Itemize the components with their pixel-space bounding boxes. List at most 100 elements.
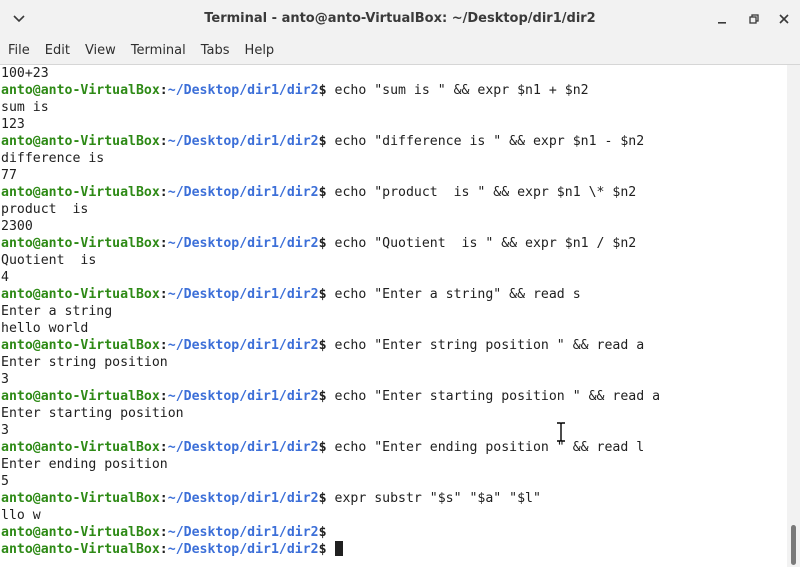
menu-edit[interactable]: Edit xyxy=(37,43,77,58)
restore-icon xyxy=(749,14,759,24)
prompt-dollar: $ xyxy=(318,185,327,200)
terminal-area[interactable]: 100+23 anto@anto-VirtualBox:~/Desktop/di… xyxy=(0,65,787,567)
text-cursor xyxy=(334,541,343,556)
terminal-command-line: anto@anto-VirtualBox:~/Desktop/dir1/dir2… xyxy=(1,133,644,150)
command-text: echo "Quotient is " && expr $n1 / $n2 xyxy=(326,236,637,251)
title-bar: Terminal - anto@anto-VirtualBox: ~/Deskt… xyxy=(0,0,800,37)
terminal-output-line: 77 xyxy=(1,168,17,183)
prompt-user: anto@anto-VirtualBox xyxy=(1,134,160,149)
prompt-path: ~/Desktop/dir1/dir2 xyxy=(167,83,319,98)
command-text: echo "sum is " && expr $n1 + $n2 xyxy=(326,83,589,98)
prompt-user: anto@anto-VirtualBox xyxy=(1,236,160,251)
prompt-user: anto@anto-VirtualBox xyxy=(1,389,160,404)
prompt-colon: : xyxy=(159,287,168,302)
prompt-colon: : xyxy=(159,338,168,353)
prompt-colon: : xyxy=(159,134,168,149)
terminal-command-line: anto@anto-VirtualBox:~/Desktop/dir1/dir2… xyxy=(1,524,327,541)
terminal-command-line: anto@anto-VirtualBox:~/Desktop/dir1/dir2… xyxy=(1,337,644,354)
terminal-output-line: 100+23 xyxy=(1,66,49,81)
terminal-output-line: 4 xyxy=(1,270,9,285)
prompt-colon: : xyxy=(159,440,168,455)
terminal-output-line: 3 xyxy=(1,372,9,387)
prompt-dollar: $ xyxy=(318,440,327,455)
terminal-output-line: 3 xyxy=(1,423,9,438)
command-text: echo "Enter starting position " && read … xyxy=(326,389,661,404)
command-text: echo "difference is " && expr $n1 - $n2 xyxy=(326,134,645,149)
terminal-output-line: llo w xyxy=(1,508,41,523)
scrollbar-thumb[interactable] xyxy=(791,525,796,565)
menu-bar: File Edit View Terminal Tabs Help xyxy=(0,37,800,65)
terminal-output-line: Enter a string xyxy=(1,304,113,319)
terminal-output-line: 2300 xyxy=(1,219,33,234)
terminal-output-line: Enter starting position xyxy=(1,406,184,421)
close-icon xyxy=(779,14,789,24)
window-menu-chevron-icon[interactable] xyxy=(10,10,28,28)
prompt-path: ~/Desktop/dir1/dir2 xyxy=(167,440,319,455)
prompt-dollar: $ xyxy=(318,338,327,353)
prompt-path: ~/Desktop/dir1/dir2 xyxy=(167,236,319,251)
terminal-output-line: difference is xyxy=(1,151,105,166)
terminal-output-line: 5 xyxy=(1,474,9,489)
prompt-dollar: $ xyxy=(318,525,327,540)
prompt-colon: : xyxy=(159,525,168,540)
window-title: Terminal - anto@anto-VirtualBox: ~/Deskt… xyxy=(204,11,596,26)
terminal-scrollbar[interactable] xyxy=(787,65,800,567)
terminal-output-line: product is xyxy=(1,202,89,217)
terminal-command-line: anto@anto-VirtualBox:~/Desktop/dir1/dir2… xyxy=(1,388,660,405)
terminal-output-line: Enter ending position xyxy=(1,457,168,472)
command-text: echo "Enter string position " && read a xyxy=(326,338,645,353)
prompt-user: anto@anto-VirtualBox xyxy=(1,287,160,302)
prompt-user: anto@anto-VirtualBox xyxy=(1,185,160,200)
terminal-output-line: hello world xyxy=(1,321,89,336)
terminal-output-line: Quotient is xyxy=(1,253,97,268)
prompt-dollar: $ xyxy=(318,491,327,506)
prompt-user: anto@anto-VirtualBox xyxy=(1,83,160,98)
menu-tabs[interactable]: Tabs xyxy=(193,43,237,58)
minimize-button[interactable] xyxy=(712,9,732,29)
close-button[interactable] xyxy=(774,9,794,29)
command-text: expr substr "$s" "$a" "$l" xyxy=(326,491,541,506)
prompt-path: ~/Desktop/dir1/dir2 xyxy=(167,287,319,302)
prompt-path: ~/Desktop/dir1/dir2 xyxy=(167,185,319,200)
terminal-command-line: anto@anto-VirtualBox:~/Desktop/dir1/dir2… xyxy=(1,286,581,303)
menu-terminal[interactable]: Terminal xyxy=(123,43,193,58)
menu-help[interactable]: Help xyxy=(237,43,282,58)
terminal-command-line: anto@anto-VirtualBox:~/Desktop/dir1/dir2… xyxy=(1,439,644,456)
prompt-path: ~/Desktop/dir1/dir2 xyxy=(167,525,319,540)
prompt-dollar: $ xyxy=(318,389,327,404)
terminal-output-line: 123 xyxy=(1,117,25,132)
prompt-colon: : xyxy=(159,389,168,404)
terminal-active-line[interactable]: anto@anto-VirtualBox:~/Desktop/dir1/dir2… xyxy=(1,541,343,558)
prompt-path: ~/Desktop/dir1/dir2 xyxy=(167,491,319,506)
prompt-dollar: $ xyxy=(318,236,327,251)
command-text xyxy=(327,542,335,557)
maximize-button[interactable] xyxy=(744,9,764,29)
prompt-colon: : xyxy=(159,185,168,200)
minimize-icon xyxy=(718,22,726,24)
prompt-colon: : xyxy=(159,83,168,98)
prompt-user: anto@anto-VirtualBox xyxy=(1,491,160,506)
prompt-path: ~/Desktop/dir1/dir2 xyxy=(167,389,319,404)
prompt-path: ~/Desktop/dir1/dir2 xyxy=(167,134,319,149)
terminal-command-line: anto@anto-VirtualBox:~/Desktop/dir1/dir2… xyxy=(1,490,541,507)
prompt-dollar: $ xyxy=(318,542,327,557)
prompt-colon: : xyxy=(159,542,168,557)
menu-view[interactable]: View xyxy=(77,43,123,58)
command-text: echo "product is " && expr $n1 \* $n2 xyxy=(326,185,637,200)
prompt-user: anto@anto-VirtualBox xyxy=(1,338,160,353)
prompt-dollar: $ xyxy=(318,287,327,302)
prompt-dollar: $ xyxy=(318,83,327,98)
ibeam-cursor-icon xyxy=(557,422,565,442)
menu-file[interactable]: File xyxy=(0,43,37,58)
command-text: echo "Enter a string" && read s xyxy=(326,287,581,302)
prompt-dollar: $ xyxy=(318,134,327,149)
terminal-command-line: anto@anto-VirtualBox:~/Desktop/dir1/dir2… xyxy=(1,235,636,252)
prompt-colon: : xyxy=(159,491,168,506)
terminal-output-line: sum is xyxy=(1,100,49,115)
command-text: echo "Enter ending position " && read l xyxy=(326,440,645,455)
prompt-path: ~/Desktop/dir1/dir2 xyxy=(167,542,319,557)
prompt-user: anto@anto-VirtualBox xyxy=(1,440,160,455)
prompt-path: ~/Desktop/dir1/dir2 xyxy=(167,338,319,353)
prompt-colon: : xyxy=(159,236,168,251)
prompt-user: anto@anto-VirtualBox xyxy=(1,542,160,557)
